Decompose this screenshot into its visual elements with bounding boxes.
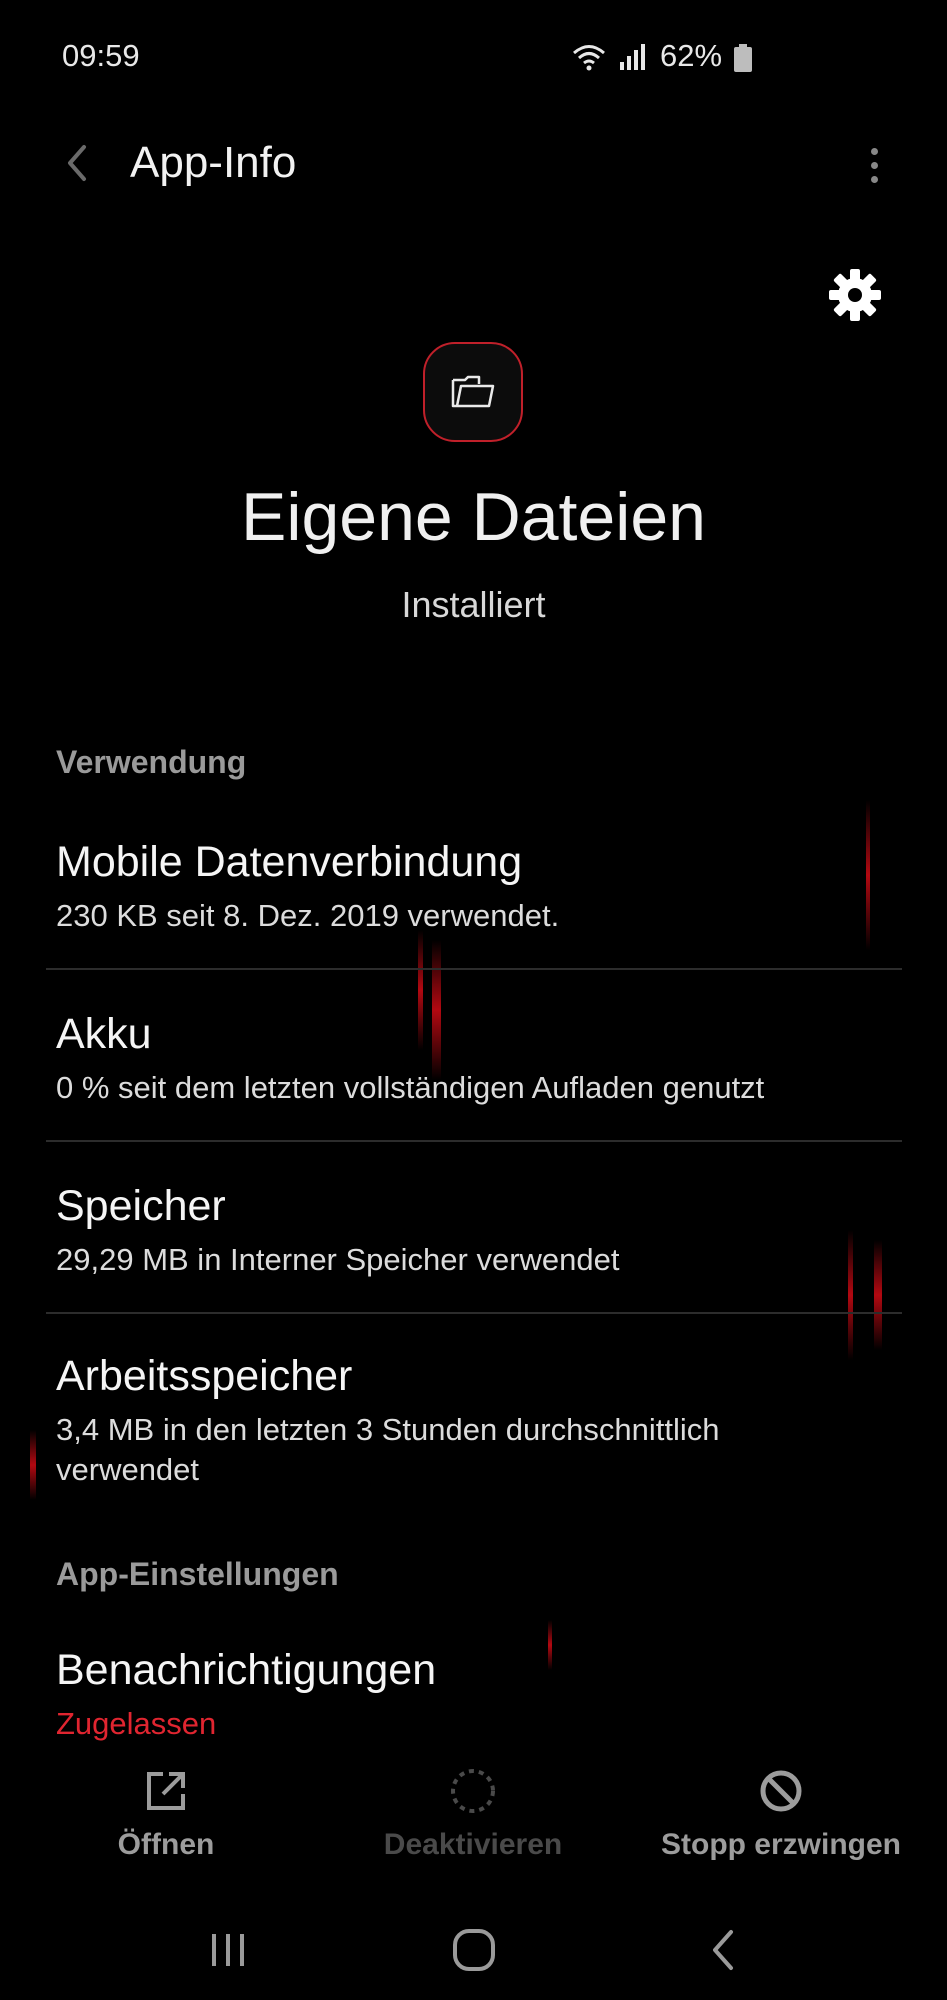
back-icon [713,1930,733,1970]
app-icon [423,342,523,442]
divider [46,968,902,970]
list-item-title: Benachrichtigungen [56,1646,437,1694]
signal-icon [620,44,645,70]
recents-icon [212,1934,244,1966]
nav-recents-button[interactable] [188,1920,268,1980]
open-button[interactable]: Öffnen [16,1768,316,1862]
nav-back-button[interactable] [682,1920,762,1980]
battery-percent: 62% [660,38,723,73]
list-item-notifications[interactable]: Benachrichtigungen Zugelassen [0,1632,947,1752]
home-icon [453,1929,495,1971]
list-item-subtitle: 3,4 MB in den letzten 3 Stunden durchsch… [56,1412,720,1487]
nav-home-button[interactable] [434,1920,514,1980]
force-stop-label: Stopp erzwingen [661,1828,901,1861]
folder-icon [451,375,495,408]
more-vert-icon [870,147,878,155]
list-item-storage[interactable]: Speicher 29,29 MB in Interner Speicher v… [0,1164,947,1312]
page-title: App-Info [130,138,297,187]
force-stop-button[interactable]: Stopp erzwingen [631,1768,931,1862]
section-header-app-settings: App-Einstellungen [56,1556,339,1592]
wifi-icon [573,45,605,71]
list-item-title: Mobile Datenverbindung [56,838,523,886]
app-install-status: Installiert [401,584,546,625]
app-settings-button[interactable] [826,266,884,324]
list-item-title: Arbeitsspeicher [56,1352,353,1400]
status-time: 09:59 [62,38,140,73]
notifications-status: Zugelassen [56,1706,217,1741]
section-header-usage: Verwendung [56,744,247,780]
app-name: Eigene Dateien [240,479,706,555]
open-label: Öffnen [117,1828,215,1861]
back-arrow-icon [68,145,86,181]
stop-block-icon [760,1770,802,1812]
list-item-mobile-data[interactable]: Mobile Datenverbindung 230 KB seit 8. De… [0,820,947,968]
divider [46,1140,902,1142]
more-options-button[interactable] [856,140,892,190]
battery-icon [734,44,752,72]
list-item-subtitle: 230 KB seit 8. Dez. 2019 verwendet. [56,898,560,933]
list-item-title: Speicher [56,1182,226,1230]
list-item-memory[interactable]: Arbeitsspeicher 3,4 MB in den letzten 3 … [0,1334,947,1504]
gear-icon [829,269,881,321]
open-external-icon [147,1772,185,1810]
disable-label: Deaktivieren [383,1828,563,1861]
list-item-subtitle: 0 % seit dem letzten vollständigen Aufla… [56,1070,765,1105]
divider [46,1312,902,1314]
list-item-subtitle: 29,29 MB in Interner Speicher verwendet [56,1242,620,1277]
list-item-battery[interactable]: Akku 0 % seit dem letzten vollständigen … [0,992,947,1140]
disable-button[interactable]: Deaktivieren [323,1768,623,1862]
back-button[interactable] [52,138,102,188]
disable-circle-icon [451,1769,495,1813]
list-item-title: Akku [56,1010,152,1058]
